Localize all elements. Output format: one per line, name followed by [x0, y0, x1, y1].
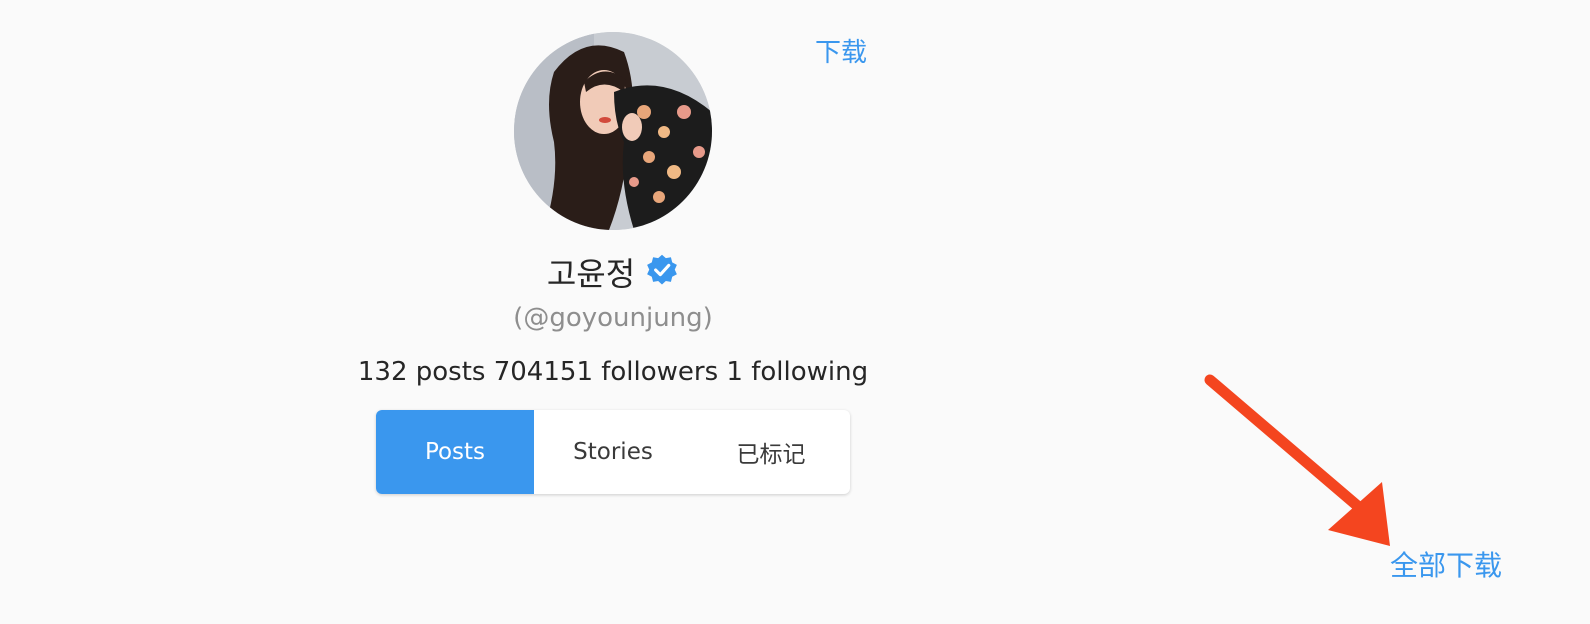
- content-tabs: Posts Stories 已标记: [376, 410, 850, 494]
- profile-page: 下载 고윤정 (@goyounjung) 132 posts 704151 fo…: [0, 0, 1590, 624]
- download-all-link[interactable]: 全部下载: [1390, 548, 1502, 584]
- annotation-arrow-icon: [1204, 374, 1390, 546]
- profile-photo: [514, 32, 712, 230]
- display-name: 고윤정: [546, 255, 636, 293]
- name-row: 고윤정: [0, 252, 1226, 296]
- verified-badge-icon: [647, 254, 678, 285]
- download-link[interactable]: 下载: [815, 36, 867, 70]
- avatar: [514, 32, 712, 230]
- username-handle: (@goyounjung): [513, 303, 713, 333]
- tab-posts[interactable]: Posts: [376, 410, 534, 494]
- profile-stats: 132 posts 704151 followers 1 following: [357, 357, 869, 387]
- tab-tagged[interactable]: 已标记: [692, 410, 850, 494]
- tab-stories[interactable]: Stories: [534, 410, 692, 494]
